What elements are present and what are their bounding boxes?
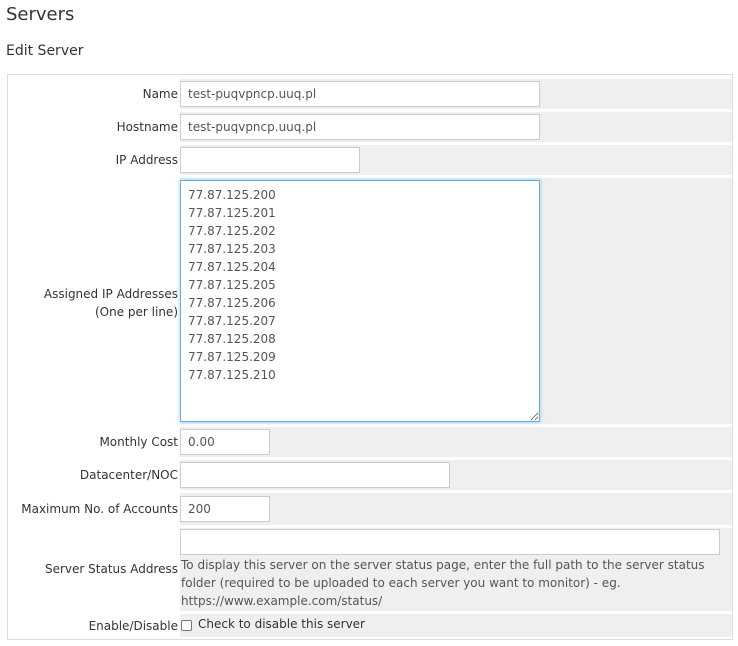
status-address-label: Server Status Address	[44, 562, 178, 576]
enable-disable-label: Enable/Disable	[88, 619, 178, 633]
datacenter-field-cell	[180, 460, 732, 490]
name-field-cell	[180, 79, 732, 109]
datacenter-row: Datacenter/NOC	[8, 460, 732, 490]
page-subtitle: Edit Server	[6, 43, 84, 59]
monthly-cost-field-cell	[180, 427, 732, 457]
assigned-ips-label: Assigned IP Addresses (One per line)	[8, 285, 178, 321]
ip-address-field-cell	[180, 145, 732, 175]
monthly-cost-row: Monthly Cost	[8, 427, 732, 457]
page-title: Servers	[6, 4, 75, 25]
name-row: Name	[8, 79, 732, 109]
ip-address-input[interactable]	[180, 147, 360, 173]
name-input[interactable]	[180, 81, 540, 107]
assigned-ips-label-line1: Assigned IP Addresses	[43, 287, 178, 301]
edit-server-form: Name Hostname IP Address Assigned IP Add…	[7, 74, 733, 640]
datacenter-input[interactable]	[180, 462, 450, 488]
hostname-field-cell	[180, 112, 732, 142]
monthly-cost-label: Monthly Cost	[99, 435, 178, 449]
enable-disable-row: Enable/Disable Check to disable this ser…	[8, 614, 732, 637]
max-accounts-row: Maximum No. of Accounts	[8, 493, 732, 525]
ip-address-row: IP Address	[8, 145, 732, 175]
status-address-input[interactable]	[180, 529, 720, 555]
name-label: Name	[142, 87, 178, 101]
monthly-cost-input[interactable]	[180, 429, 270, 455]
hostname-label: Hostname	[116, 120, 178, 134]
datacenter-label: Datacenter/NOC	[79, 468, 178, 482]
disable-server-checkbox-label[interactable]: Check to disable this server	[198, 617, 365, 631]
status-address-help: To display this server on the server sta…	[181, 558, 705, 608]
max-accounts-field-cell	[180, 493, 732, 525]
max-accounts-label: Maximum No. of Accounts	[21, 502, 178, 516]
max-accounts-input[interactable]	[180, 496, 270, 522]
status-address-row: Server Status Address To display this se…	[8, 528, 732, 611]
hostname-row: Hostname	[8, 112, 732, 142]
assigned-ips-row: Assigned IP Addresses (One per line) 77.…	[8, 178, 732, 424]
enable-disable-field-cell: Check to disable this server	[180, 614, 732, 637]
disable-server-checkbox[interactable]	[181, 620, 192, 631]
ip-address-label: IP Address	[115, 153, 178, 167]
assigned-ips-label-line2: (One per line)	[94, 305, 178, 319]
assigned-ips-field-cell: 77.87.125.200 77.87.125.201 77.87.125.20…	[180, 178, 732, 424]
hostname-input[interactable]	[180, 114, 540, 140]
status-address-field-cell: To display this server on the server sta…	[180, 528, 732, 611]
assigned-ips-textarea[interactable]: 77.87.125.200 77.87.125.201 77.87.125.20…	[180, 180, 540, 422]
